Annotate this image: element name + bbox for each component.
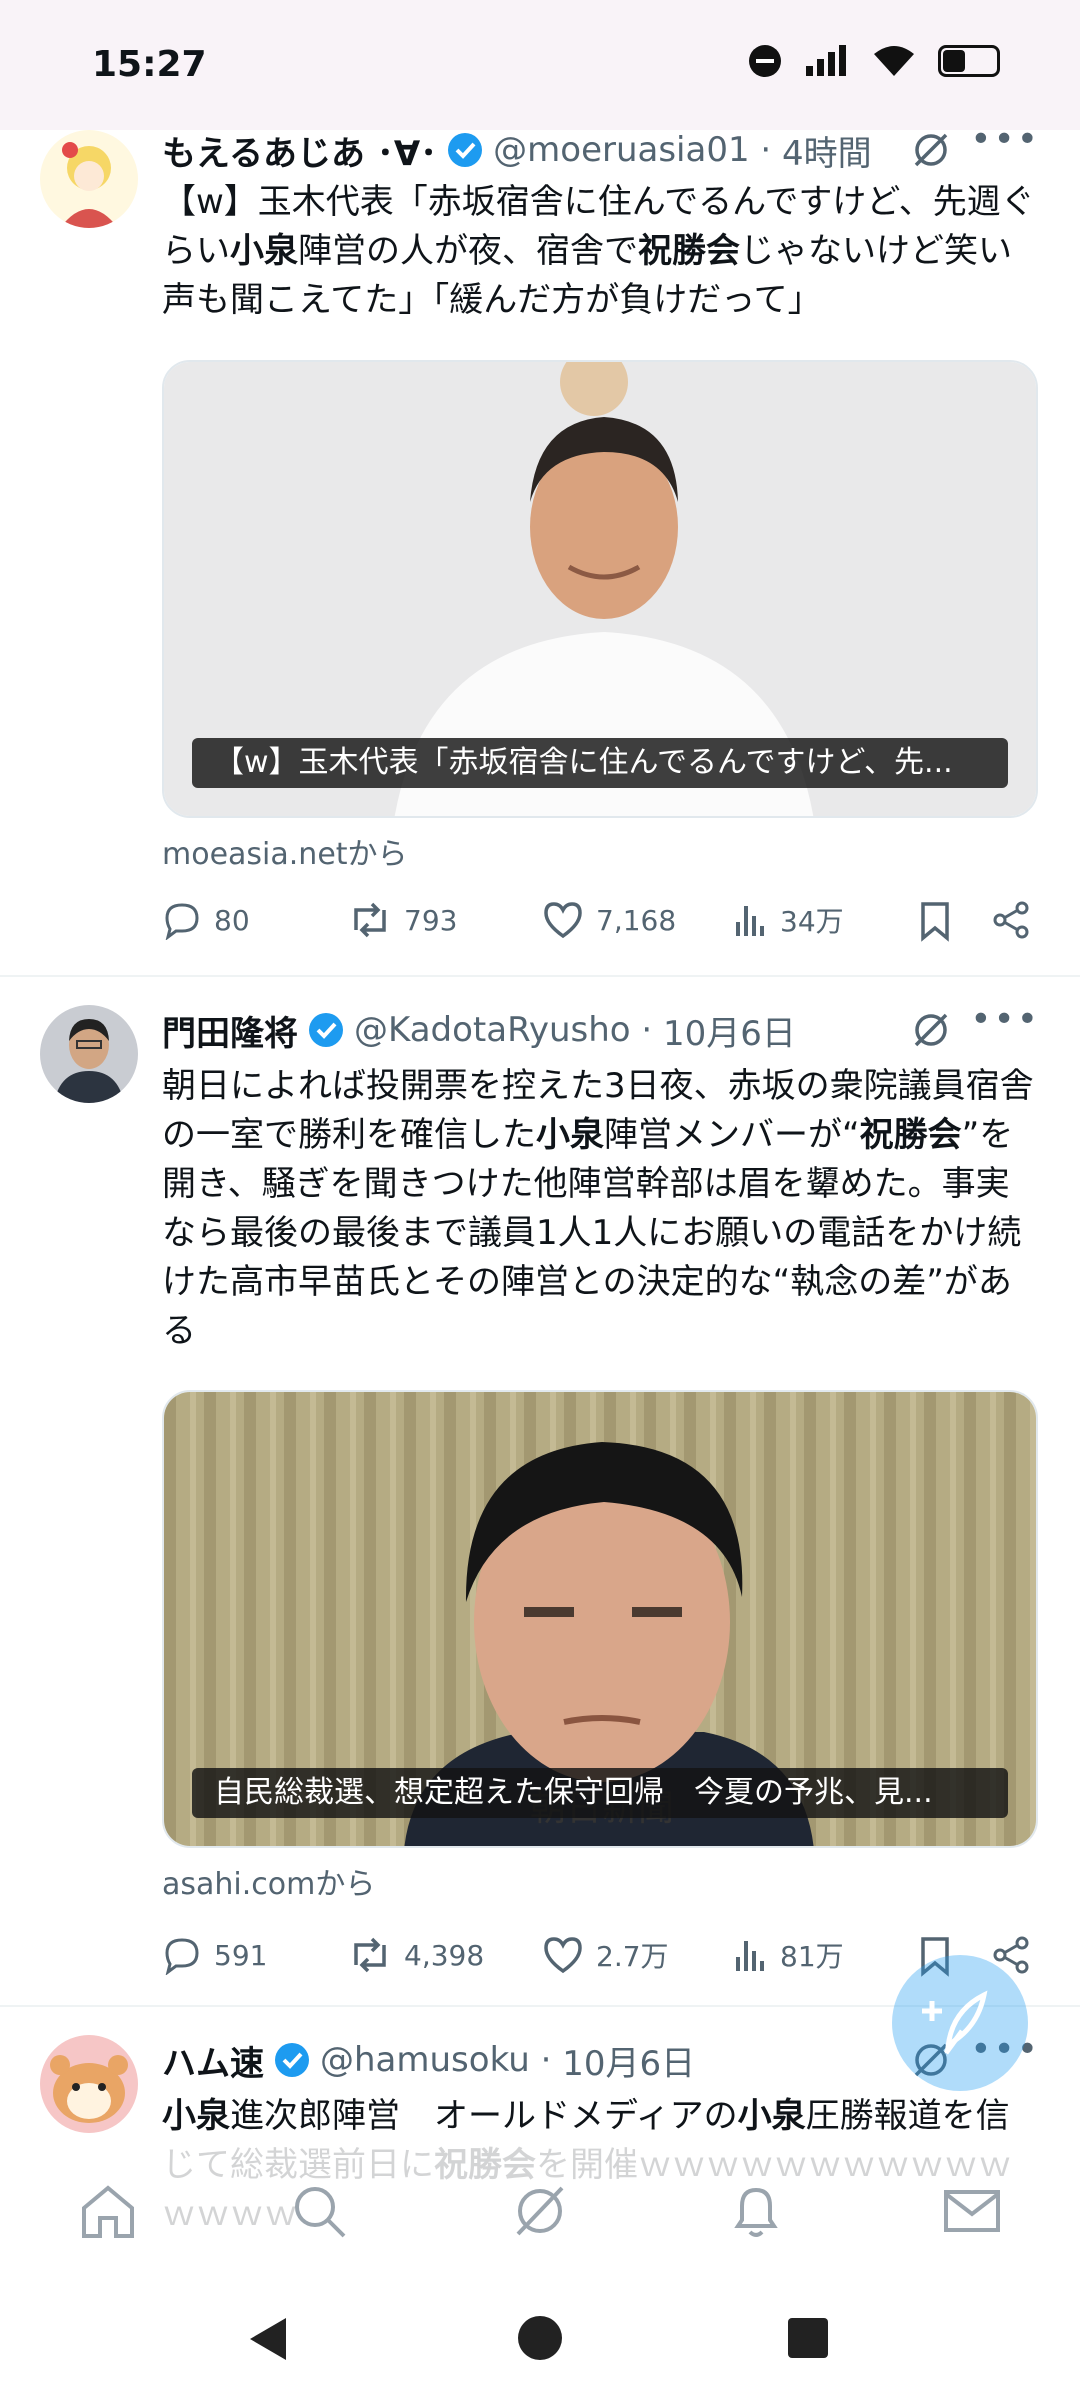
tweet-header: もえるあじあ ･∀･ @moeruasia01 · 4時間 ••• [162,119,1040,175]
nav-search[interactable] [290,2182,350,2244]
grok-icon[interactable] [912,131,950,169]
verified-badge-icon [309,1013,343,1047]
media-card[interactable]: 朝日新聞 自民総裁選、想定超えた保守回帰 今夏の予兆、見... [162,1390,1038,1848]
separator: · [529,2040,563,2080]
divider [0,975,1080,977]
reply-button[interactable]: 80 [162,900,250,940]
display-name[interactable]: 門田隆将 [162,1006,298,1055]
heart-icon [544,902,582,939]
views-count: 81万 [780,1940,844,1973]
recents-icon[interactable] [786,2316,830,2360]
nav-messages[interactable] [942,2182,1002,2244]
like-button[interactable]: 2.7万 [542,1935,669,1975]
avatar[interactable] [40,2035,138,2133]
compose-icon [922,1990,988,2055]
system-nav-bar [0,2280,1080,2400]
timestamp[interactable]: 10月6日 [562,2036,695,2085]
separator: · [630,1010,664,1050]
handle[interactable]: @hamusoku [320,2040,530,2080]
avatar[interactable] [40,1005,138,1103]
retweet-count: 793 [404,903,458,937]
back-icon[interactable] [246,2314,290,2364]
action-bar: 80 793 7,168 34万 [162,900,1038,950]
like-count: 7,168 [596,903,677,937]
highlighted-term: 小泉 [536,1115,604,1155]
bottom-nav [0,2140,1080,2280]
grok-icon [516,2186,564,2236]
retweet-count: 4,398 [404,1938,485,1972]
reply-button[interactable]: 591 [162,1935,267,1975]
heart-icon [544,1937,582,1974]
verified-badge-icon [448,133,483,167]
link-source[interactable]: moeasia.netから [162,829,408,873]
retweet-icon [354,902,386,938]
reply-icon [165,903,199,940]
text-segment: 進次郎陣営 オールドメディアの [230,2096,738,2136]
retweet-icon [354,1937,386,1973]
media-caption: 自民総裁選、想定超えた保守回帰 今夏の予兆、見... [192,1768,1008,1818]
home-icon [82,2185,134,2238]
bookmark-icon [921,902,949,942]
more-icon[interactable]: ••• [970,999,1040,1040]
search-icon [295,2187,346,2238]
display-name[interactable]: もえるあじあ ･∀･ [162,126,437,175]
status-bar: 15:27 [0,0,1080,130]
link-source[interactable]: asahi.comから [162,1859,375,1903]
dnd-icon [749,45,781,77]
retweet-button[interactable]: 4,398 [348,1935,484,1975]
reply-count: 591 [214,1938,268,1972]
status-time: 15:27 [92,44,207,85]
retweet-button[interactable]: 793 [348,900,457,940]
share-icon [993,901,1029,939]
bookmark-button[interactable] [918,900,952,942]
highlighted-term: 小泉 [230,231,298,271]
timestamp[interactable]: 10月6日 [663,1006,796,1055]
handle[interactable]: @moeruasia01 [493,130,749,170]
views-button[interactable]: 81万 [732,1935,844,1975]
nav-grok[interactable] [510,2182,570,2244]
views-icon [736,1941,764,1971]
tweet-header: 門田隆将 @KadotaRyusho · 10月6日 ••• [162,999,1040,1055]
like-button[interactable]: 7,168 [542,900,676,940]
tweet-text: 【w】玉木代表「赤坂宿舎に住んでるんですけど、先週ぐらい小泉陣営の人が夜、宿舎で… [162,178,1040,325]
tweet-kadota[interactable]: 門田隆将 @KadotaRyusho · 10月6日 ••• 朝日によれば投開票… [0,999,1080,2005]
display-name[interactable]: ハム速 [162,2036,264,2085]
status-icons [748,44,1000,78]
views-count: 34万 [780,905,844,938]
grok-icon[interactable] [912,1011,950,1049]
reply-count: 80 [214,903,250,937]
media-card[interactable]: 【w】玉木代表「赤坂宿舎に住んでるんですけど、先... [162,360,1038,818]
share-button[interactable] [992,900,1032,940]
avatar[interactable] [40,130,138,228]
signal-icon [806,45,846,76]
handle[interactable]: @KadotaRyusho [354,1010,631,1050]
home-circle-icon[interactable] [516,2314,564,2362]
text-segment: 陣営メンバーが“ [604,1115,860,1155]
highlighted-term: 祝勝会 [638,231,740,271]
wifi-icon [874,46,914,76]
battery-icon [938,45,1000,77]
views-icon [736,906,764,936]
more-icon[interactable]: ••• [970,119,1040,160]
nav-notifications[interactable] [726,2182,786,2244]
text-segment: 陣営の人が夜、宿舎で [298,231,638,271]
media-caption: 【w】玉木代表「赤坂宿舎に住んでるんですけど、先... [192,738,1008,788]
timestamp[interactable]: 4時間 [782,126,872,175]
nav-home[interactable] [78,2182,138,2244]
views-button[interactable]: 34万 [732,900,844,940]
tweet-moeruasia[interactable]: もえるあじあ ･∀･ @moeruasia01 · 4時間 ••• 【w】玉木代… [0,119,1080,975]
highlighted-term: 小泉 [162,2096,230,2136]
tweet-text: 朝日によれば投開票を控えた3日夜、赤坂の衆院議員宿舎の一室で勝利を確信した小泉陣… [162,1062,1040,1356]
mail-icon [944,2190,1000,2232]
like-count: 2.7万 [596,1940,669,1973]
compose-button[interactable] [892,1955,1028,2091]
separator: · [749,130,783,170]
bell-icon [734,2187,778,2237]
highlighted-term: 小泉 [737,2096,806,2136]
highlighted-term: 祝勝会 [859,1115,962,1155]
reply-icon [165,1938,199,1975]
verified-badge-icon [275,2043,309,2077]
